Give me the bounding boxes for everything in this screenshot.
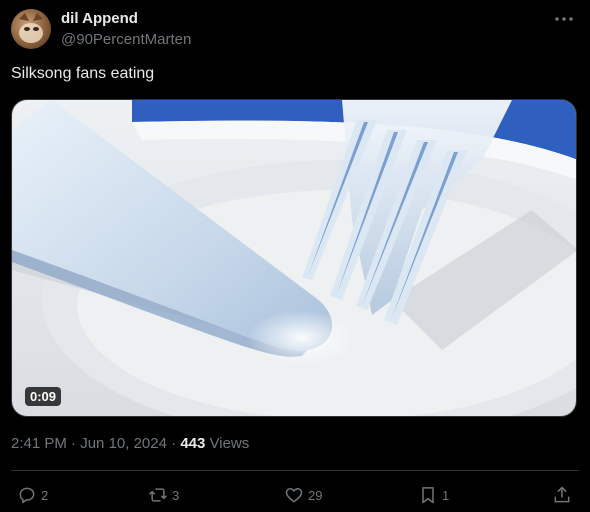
bookmark-button[interactable]: 1 [418, 484, 449, 506]
tweet-meta: 2:41 PM · Jun 10, 2024 · 443 Views [11, 435, 249, 452]
like-count: 29 [308, 487, 323, 503]
reply-button[interactable]: 2 [17, 484, 48, 506]
bookmark-icon [422, 487, 434, 504]
user-handle[interactable]: @90PercentMarten [61, 31, 191, 48]
reply-icon [19, 487, 35, 504]
share-icon [554, 486, 570, 503]
more-options-icon[interactable] [552, 10, 576, 28]
tweet-time[interactable]: 2:41 PM [11, 435, 67, 452]
meta-separator: · [71, 435, 77, 452]
tweet-date[interactable]: Jun 10, 2024 [80, 435, 167, 452]
bookmark-count: 1 [442, 487, 450, 503]
repost-button[interactable]: 3 [148, 484, 179, 506]
video-duration: 0:09 [25, 387, 62, 406]
views-label: Views [209, 435, 250, 452]
action-bar: 2 3 29 1 [0, 480, 590, 508]
tweet-text: Silksong fans eating [11, 65, 155, 82]
repost-count: 3 [172, 487, 180, 503]
like-button[interactable]: 29 [284, 484, 322, 506]
avatar[interactable] [11, 9, 51, 49]
repost-icon [149, 488, 167, 502]
display-name[interactable]: dil Append [61, 10, 138, 27]
heart-icon [285, 488, 303, 503]
meta-separator: · [171, 435, 177, 452]
views-count: 443 [180, 435, 206, 452]
reply-count: 2 [41, 487, 49, 503]
video-player[interactable]: 0:09 [11, 99, 577, 417]
avatar-image-icon [19, 13, 43, 43]
video-frame [12, 100, 576, 416]
share-button[interactable] [552, 484, 576, 506]
divider [11, 470, 579, 471]
